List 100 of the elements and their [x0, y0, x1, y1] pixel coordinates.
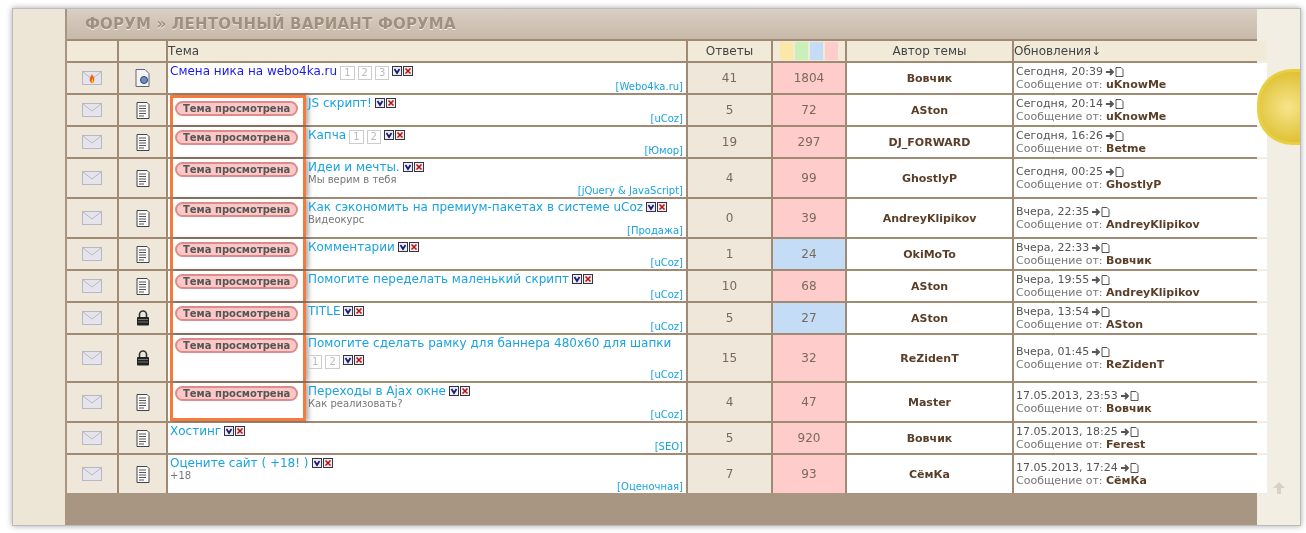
chevron-icon[interactable] — [448, 386, 459, 396]
cross-icon[interactable] — [322, 458, 333, 468]
chevron-icon[interactable] — [572, 274, 582, 284]
document-icon — [135, 169, 150, 187]
last-post-text: Сообщение от: ReZidenT — [1016, 358, 1165, 371]
cross-icon[interactable] — [385, 98, 396, 108]
chevron-icon[interactable] — [402, 162, 413, 172]
category-link[interactable]: [uCoz] — [650, 369, 683, 380]
chevron-icon[interactable] — [392, 66, 403, 76]
arrow-page-icon[interactable] — [1106, 98, 1125, 109]
author-name[interactable]: Вовчик — [906, 431, 953, 445]
chevron-icon[interactable] — [397, 242, 408, 252]
page-link[interactable]: 3 — [374, 66, 390, 80]
cross-icon[interactable] — [403, 66, 414, 76]
chevron-icon[interactable] — [224, 426, 235, 436]
cross-icon[interactable] — [235, 426, 246, 436]
topic-description: Как реализовать? — [308, 398, 404, 409]
update-date: 17.05.2013, 17:24 — [1016, 461, 1118, 474]
category-link[interactable]: [uCoz] — [650, 113, 683, 124]
author-name[interactable]: СёмКа — [909, 467, 950, 481]
category-link[interactable]: [uCoz] — [650, 409, 683, 420]
cross-icon[interactable] — [353, 355, 364, 365]
author-name[interactable]: GhostlyP — [901, 171, 958, 185]
viewed-badge: Тема просмотрена — [175, 274, 299, 289]
chevron-icon[interactable] — [342, 355, 353, 365]
topic-link[interactable]: Помогите переделать маленький скрипт — [308, 272, 569, 286]
page-link[interactable]: 2 — [366, 130, 381, 144]
arrow-page-icon[interactable] — [1092, 274, 1111, 285]
topic-link[interactable]: Комментарии — [308, 240, 395, 254]
chevron-icon[interactable] — [383, 130, 394, 140]
page-link[interactable]: 1 — [349, 130, 364, 144]
topic-link[interactable]: Оцените сайт ( +18! ) — [170, 456, 309, 470]
arrow-page-icon[interactable] — [1092, 306, 1111, 317]
author-name[interactable]: OkiMoTo — [903, 247, 956, 261]
topic-link[interactable]: Как сэкономить на премиум-пакетах в системе uCoz — [308, 200, 644, 214]
padlock-icon — [135, 310, 150, 326]
page-link[interactable]: 2 — [357, 66, 372, 80]
chevron-icon[interactable] — [374, 98, 385, 108]
category-link[interactable]: [SEO] — [654, 441, 683, 452]
category-link[interactable]: [Webo4ka.ru] — [615, 81, 683, 92]
replies-count: 1 — [725, 247, 734, 261]
category-link[interactable]: [uCoz] — [650, 321, 683, 332]
arrow-page-icon[interactable] — [1120, 462, 1139, 473]
category-link[interactable]: [uCoz] — [650, 289, 683, 300]
topic-link[interactable]: Капча — [308, 128, 347, 142]
chevron-icon[interactable] — [311, 458, 322, 468]
page-link[interactable]: 1 — [340, 66, 355, 80]
arrow-page-icon[interactable] — [1092, 346, 1111, 357]
forum-title: ФОРУМ » ЛЕНТОЧНЫЙ ВАРИАНТ ФОРУМА — [85, 15, 456, 33]
page-link[interactable]: 1 — [308, 355, 323, 369]
author-name[interactable]: ASton — [910, 279, 949, 293]
topic-link[interactable]: Смена ника на webo4ka.ru — [170, 64, 338, 78]
cross-icon[interactable] — [408, 242, 419, 252]
arrow-page-icon[interactable] — [1092, 242, 1111, 253]
arrow-page-icon[interactable] — [1092, 206, 1111, 217]
category-link[interactable]: [Юмор] — [644, 145, 683, 156]
document-icon — [135, 429, 150, 447]
topic-link[interactable]: Хостинг — [170, 424, 222, 438]
arrow-page-icon[interactable] — [1120, 390, 1139, 401]
author-name[interactable]: ASton — [910, 311, 949, 325]
replies-count: 10 — [721, 279, 738, 293]
chevron-icon[interactable] — [343, 306, 354, 316]
topic-link[interactable]: JS скрипт! — [308, 96, 372, 110]
views-cell: 1804 — [773, 63, 845, 93]
author-name[interactable]: ReZidenT — [900, 351, 959, 365]
last-post-text: Сообщение от: Вовчик — [1016, 254, 1152, 267]
category-link[interactable]: [uCoz] — [650, 257, 683, 268]
arrow-page-icon[interactable] — [1106, 66, 1125, 77]
page-link[interactable]: 2 — [325, 355, 340, 369]
topic-link[interactable]: TITLE — [308, 304, 341, 318]
document-icon — [135, 245, 150, 263]
update-date: 17.05.2013, 18:25 — [1016, 425, 1118, 438]
topic-link[interactable]: Помогите сделать рамку для баннера 480x60 для шапки — [308, 336, 672, 350]
category-link[interactable]: [jQuery & JavaScript] — [577, 185, 683, 196]
author-name[interactable]: ASton — [910, 103, 949, 117]
cross-icon[interactable] — [354, 306, 365, 316]
author-name[interactable]: Master — [907, 395, 952, 409]
cross-icon[interactable] — [583, 274, 593, 284]
update-date: Вчера, 22:33 — [1016, 241, 1090, 254]
viewed-badge: Тема просмотрена — [175, 130, 299, 145]
last-post-text: Сообщение от: Вовчик — [1016, 402, 1152, 415]
author-name[interactable]: Вовчик — [906, 71, 953, 85]
arrow-page-icon[interactable] — [1106, 166, 1125, 177]
cross-icon[interactable] — [394, 130, 405, 140]
topic-link[interactable]: Переходы в Ajax окне — [308, 384, 446, 398]
viewed-badge: Тема просмотрена — [175, 386, 299, 401]
color-legend — [780, 42, 838, 60]
topic-description: Мы верим в тебя — [308, 174, 398, 185]
header-background — [119, 41, 166, 61]
category-link[interactable]: [Оценочная] — [617, 481, 683, 492]
views-cell: 24 — [773, 239, 845, 269]
last-post-text: Сообщение от: Ferest — [1016, 438, 1146, 451]
category-link[interactable]: [Продажа] — [627, 225, 683, 236]
chevron-icon[interactable] — [646, 202, 657, 212]
cross-icon[interactable] — [413, 162, 424, 172]
arrow-page-icon[interactable] — [1106, 130, 1125, 141]
topic-link[interactable]: Идеи и мечты. — [308, 160, 400, 174]
cross-icon[interactable] — [459, 386, 470, 396]
arrow-page-icon[interactable] — [1120, 426, 1139, 437]
cross-icon[interactable] — [657, 202, 668, 212]
